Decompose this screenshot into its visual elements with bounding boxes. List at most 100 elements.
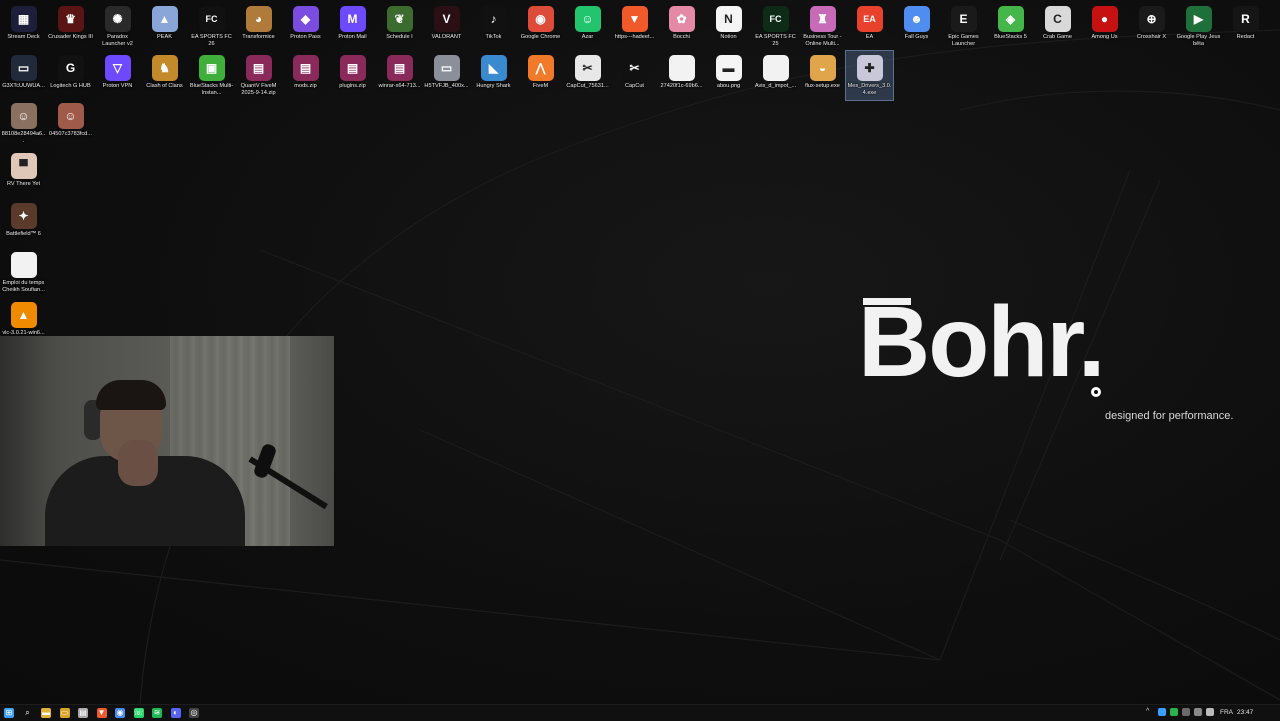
desktop-shortcut[interactable]: ◆ Proton Pass: [282, 2, 329, 51]
file-explorer-icon[interactable]: ▬: [41, 708, 51, 718]
desktop-shortcut[interactable]: ♞ Clash of Clans: [141, 51, 188, 100]
desktop-shortcut[interactable]: ◉ Google Chrome: [517, 2, 564, 51]
desktop-shortcut[interactable]: ▦ Stream Deck: [0, 2, 47, 51]
desktop-shortcut-label: https---hadeet...: [614, 34, 655, 40]
desktop-shortcut-label: Logitech G HUB: [50, 83, 91, 89]
tray-clock[interactable]: 23:47: [1237, 709, 1253, 717]
folder-icon[interactable]: ▭: [59, 708, 70, 718]
desktop-shortcut[interactable]: ☺ 04507c3783fcd...: [47, 99, 94, 148]
obs-icon[interactable]: ◎: [189, 708, 199, 718]
desktop-shortcut-label: Proton VPN: [102, 83, 133, 89]
desktop-shortcut[interactable]: ▶ Google Play Jeux bêta: [1175, 2, 1222, 51]
search-icon[interactable]: ⌕: [23, 708, 33, 718]
tray-volume-icon[interactable]: [1206, 708, 1214, 716]
wallpaper-brand: Bohr. designed for performance.: [858, 292, 1238, 432]
whatsapp-icon[interactable]: ☏: [133, 708, 144, 718]
desktop-shortcut[interactable]: ☻ Fall Guys: [893, 2, 940, 51]
discord-icon[interactable]: ◐: [170, 708, 181, 718]
image-file-icon: ▭: [433, 55, 460, 81]
desktop-shortcut[interactable]: ▭ G3XTcUUWUA...: [0, 51, 47, 100]
desktop-shortcut-label: EA: [865, 34, 874, 40]
desktop-shortcut[interactable]: ❦ Schedule I: [376, 2, 423, 51]
desktop-shortcut[interactable]: G Logitech G HUB: [47, 51, 94, 100]
desktop-shortcut[interactable]: ◣ Hungry Shark: [470, 51, 517, 100]
desktop-shortcut[interactable]: ▼ https---hadeet...: [611, 2, 658, 51]
desktop-shortcut[interactable]: ▀ RV There Yet: [0, 149, 47, 198]
desktop-shortcut[interactable]: ▤ QuantV FiveM 2025-9-14.zip: [235, 51, 282, 100]
desktop-shortcut-label: RV There Yet: [6, 181, 41, 187]
among-us-icon: ●: [1091, 6, 1118, 32]
desktop-shortcut[interactable]: N Notion: [705, 2, 752, 51]
desktop-shortcut[interactable]: Avis_d_impot_...: [752, 51, 799, 100]
capcut-icon: ✂: [621, 55, 648, 81]
tray-overflow-chevron-icon[interactable]: ^: [1146, 708, 1154, 716]
brand-tagline: designed for performance.: [1105, 410, 1234, 422]
brave-icon: ▼: [621, 6, 648, 32]
desktop-shortcut[interactable]: ● Among Us: [1081, 2, 1128, 51]
desktop-shortcut[interactable]: R Redact: [1222, 2, 1269, 51]
tray-network-app-icon[interactable]: [1158, 708, 1166, 716]
tray-security-icon[interactable]: [1182, 708, 1190, 716]
desktop-shortcut-label: EA SPORTS FC 26: [191, 34, 232, 47]
winrar-archive-icon: ▤: [339, 55, 366, 81]
desktop-shortcut[interactable]: ◒ flux-setup.exe: [799, 51, 846, 100]
desktop-shortcut[interactable]: ♪ TikTok: [470, 2, 517, 51]
desktop-shortcut[interactable]: ☺ 88108e28494a6...: [0, 99, 47, 148]
windows-start-icon[interactable]: ⊞: [4, 708, 14, 718]
desktop-shortcut-label: Crosshair X: [1136, 34, 1167, 40]
desktop-shortcut[interactable]: ✺ Paradox Launcher v2: [94, 2, 141, 51]
desktop-shortcut[interactable]: ▤ plugins.zip: [329, 51, 376, 100]
desktop-shortcut[interactable]: ✂ CapCut: [611, 51, 658, 100]
azar-icon: ☺: [574, 6, 601, 32]
desktop-shortcut[interactable]: ▭ H5TVFJB_400x...: [423, 51, 470, 100]
chrome-taskbar-icon[interactable]: ◉: [115, 708, 125, 718]
desktop-shortcut[interactable]: ✂ CapCut_75631...: [564, 51, 611, 100]
desktop-shortcut-label: Azar: [581, 34, 594, 40]
epic-games-icon: E: [950, 6, 977, 32]
desktop-shortcut[interactable]: C Crab Game: [1034, 2, 1081, 51]
desktop-shortcut[interactable]: ☺ Azar: [564, 2, 611, 51]
drivers-installer-icon: ✚: [856, 55, 883, 81]
notion-icon: N: [715, 6, 742, 32]
desktop-shortcut[interactable]: ▽ Proton VPN: [94, 51, 141, 100]
desktop-shortcut[interactable]: ♜ Business Tour - Online Multi...: [799, 2, 846, 51]
brave-taskbar-icon[interactable]: ▼: [96, 708, 107, 718]
desktop-shortcut[interactable]: FC EA SPORTS FC 25: [752, 2, 799, 51]
tray-language[interactable]: FRA: [1220, 709, 1233, 717]
desktop-shortcut-label: 04507c3783fcd...: [49, 131, 92, 137]
desktop-shortcut[interactable]: EA EA: [846, 2, 893, 51]
desktop-shortcut[interactable]: Emploi du temps Cheikh Soufian...: [0, 248, 47, 297]
desktop-shortcut[interactable]: ▬ abou.png: [705, 51, 752, 100]
desktop-shortcut[interactable]: V VALORANT: [423, 2, 470, 51]
desktop-shortcut-label: Avis_d_impot_...: [754, 83, 797, 89]
desktop-shortcut[interactable]: ◕ Transformice: [235, 2, 282, 51]
webcam-person-hand: [118, 440, 158, 486]
desktop-shortcut[interactable]: ⊕ Crosshair X: [1128, 2, 1175, 51]
desktop-shortcut[interactable]: ◈ BlueStacks 5: [987, 2, 1034, 51]
desktop-shortcut[interactable]: M Proton Mail: [329, 2, 376, 51]
desktop-shortcut[interactable]: E Epic Games Launcher: [940, 2, 987, 51]
desktop-shortcut[interactable]: ✦ Battlefield™ 6: [0, 199, 47, 248]
spotify-icon[interactable]: ≋: [152, 708, 162, 718]
tray-display-icon[interactable]: [1194, 708, 1202, 716]
tray-nvidia-icon[interactable]: [1170, 708, 1178, 716]
desktop-shortcut-label: Crusader Kings III: [48, 34, 93, 40]
bluestacks-icon: ◈: [997, 6, 1024, 32]
desktop-shortcut[interactable]: ⋀ FiveM: [517, 51, 564, 100]
desktop-shortcut[interactable]: ♛ Crusader Kings III: [47, 2, 94, 51]
desktop-shortcut[interactable]: ✿ Bocchi: [658, 2, 705, 51]
desktop-shortcut[interactable]: ▲ PEAK: [141, 2, 188, 51]
desktop-shortcut-label: Epic Games Launcher: [948, 34, 979, 47]
desktop-shortcut[interactable]: ▤ winrar-x64-713...: [376, 51, 423, 100]
ea-fc25-icon: FC: [762, 6, 789, 32]
desktop-shortcut-label: Redact: [1236, 34, 1255, 40]
google-play-icon: ▶: [1185, 6, 1212, 32]
notes-icon[interactable]: ▤: [78, 708, 88, 718]
desktop-shortcut[interactable]: FC EA SPORTS FC 26: [188, 2, 235, 51]
desktop-shortcut[interactable]: ✚ Mes_Drivers_3.0.4.exe: [845, 50, 894, 101]
desktop-shortcut-label: Emploi du temps Cheikh Soufian...: [2, 280, 45, 293]
blank-file-icon: [668, 55, 695, 81]
desktop-shortcut[interactable]: ▣ BlueStacks Multi-Instan...: [188, 51, 235, 100]
desktop-shortcut[interactable]: 27420f1c-69b6...: [658, 51, 705, 100]
desktop-shortcut[interactable]: ▤ mods.zip: [282, 51, 329, 100]
